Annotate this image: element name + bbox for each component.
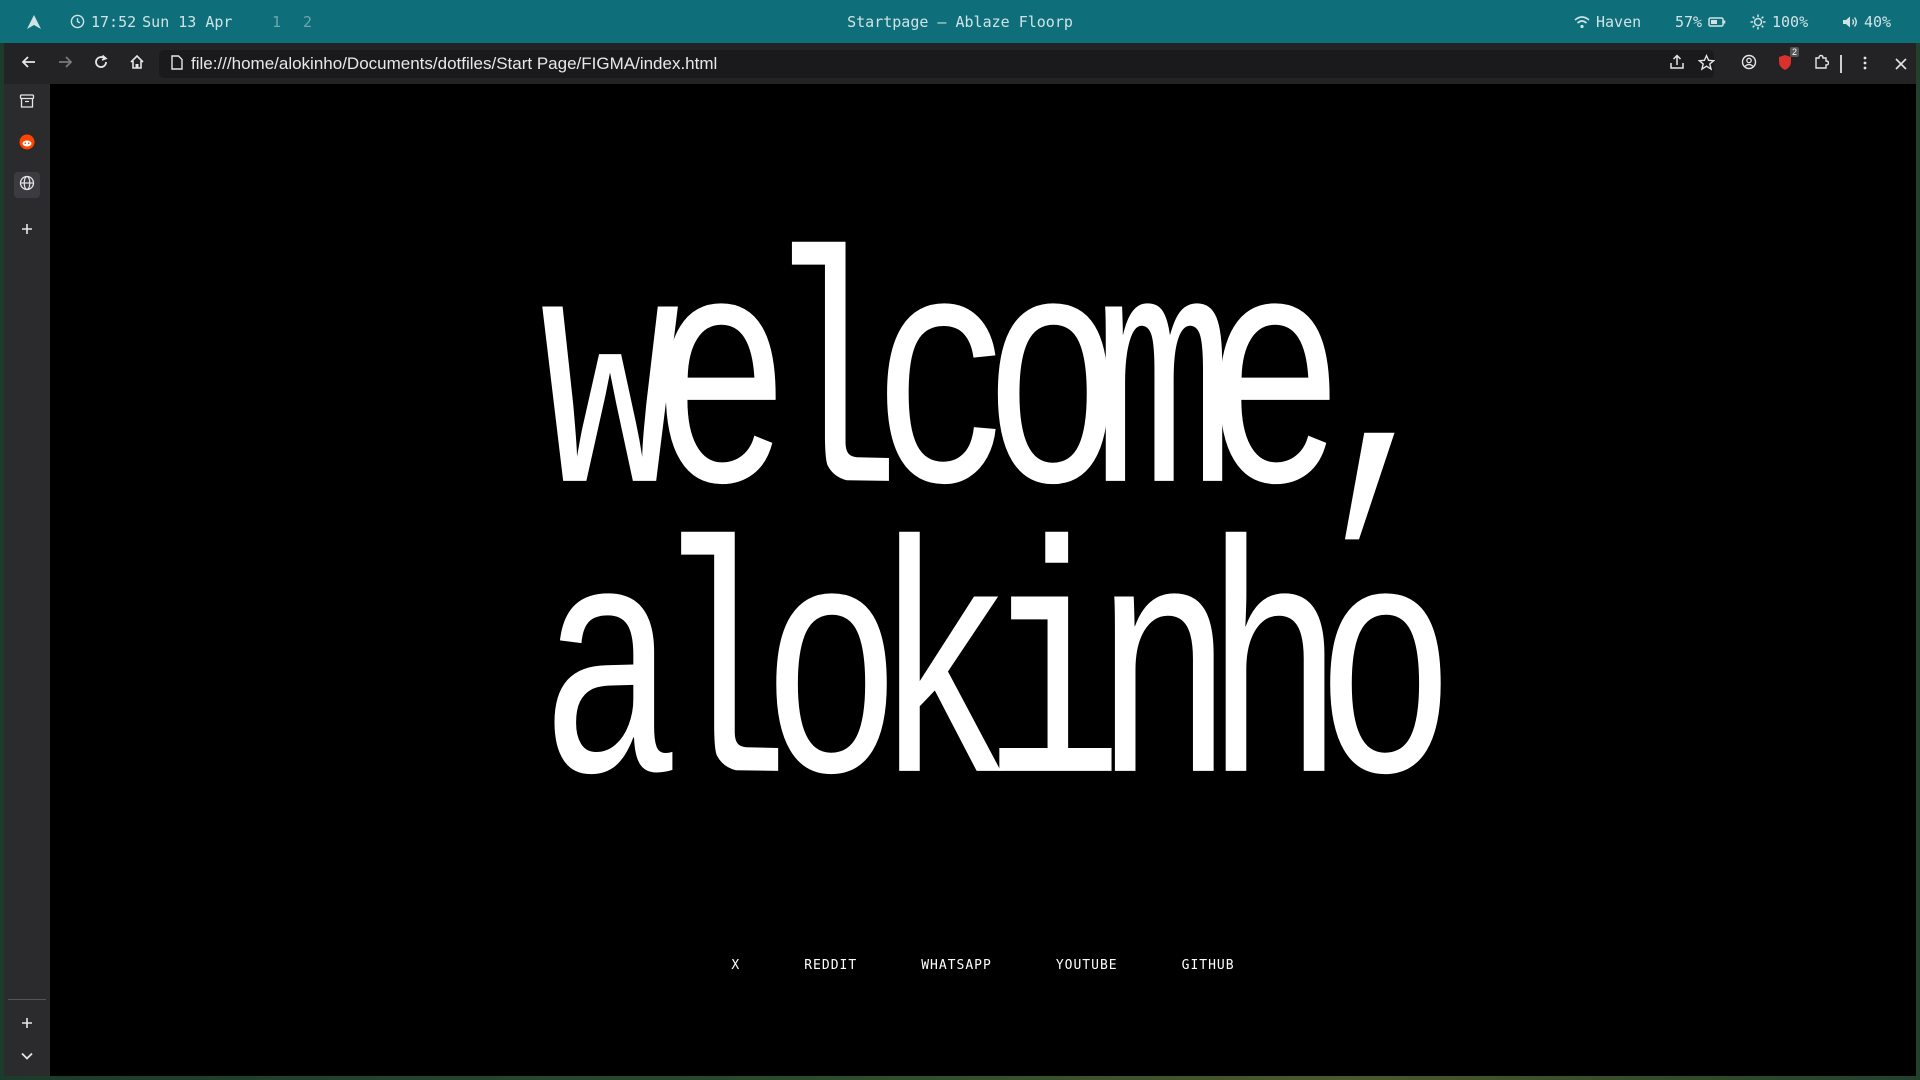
star-icon [1697,53,1715,75]
url-bar[interactable]: file:///home/alokinho/Documents/dotfiles… [159,50,1714,78]
menu-button[interactable] [1852,51,1878,77]
extension-badge: 2 [1789,46,1799,57]
link-x[interactable]: X [731,958,740,973]
system-top-bar: 17:52 Sun 13 Apr 1 2 Startpage — Ablaze … [0,0,1920,43]
link-reddit[interactable]: REDDIT [804,958,857,973]
browser-toolbar: file:///home/alokinho/Documents/dotfiles… [4,43,1916,84]
browser-window: file:///home/alokinho/Documents/dotfiles… [4,43,1916,1076]
file-icon [171,54,183,74]
arrow-right-icon [57,54,73,74]
back-button[interactable] [16,51,42,77]
home-icon [129,54,145,74]
wifi-widget[interactable]: Haven [1574,0,1641,43]
link-youtube[interactable]: YOUTUBE [1056,958,1118,973]
link-whatsapp[interactable]: WHATSAPP [921,958,992,973]
sidebar-web-panel-button[interactable] [14,172,40,198]
share-icon [1669,54,1685,74]
toolbar-divider [1840,55,1842,73]
battery-level: 57% [1675,12,1703,31]
sidebar-archive-button[interactable] [14,90,40,116]
reload-icon [93,54,109,74]
sidebar-expand-button[interactable] [14,1041,40,1067]
brightness-widget[interactable]: 100% [1750,0,1808,43]
url-text[interactable]: file:///home/alokinho/Documents/dotfiles… [191,54,717,74]
chevron-down-icon [21,1045,33,1064]
shield-icon: 2 [1777,46,1799,75]
page-content: welcome, alokinho X REDDIT WHATSAPP YOUT… [50,84,1916,1076]
browser-sidebar [4,84,50,1076]
battery-icon [1708,16,1726,28]
arrow-left-icon [21,54,37,74]
ublock-extension-button[interactable]: 2 [1772,46,1799,77]
brightness-level: 100% [1772,12,1809,31]
sidebar-add-panel-button[interactable] [14,216,40,242]
home-button[interactable] [124,51,150,77]
reload-button[interactable] [88,51,114,77]
wifi-icon [1574,15,1590,29]
brightness-icon [1750,14,1766,30]
share-button[interactable] [1664,51,1690,77]
volume-icon [1842,15,1858,29]
close-icon [1895,55,1907,74]
plus-icon [21,220,33,239]
quick-links: X REDDIT WHATSAPP YOUTUBE GITHUB [50,958,1916,973]
kebab-menu-icon [1863,55,1867,74]
globe-icon [19,175,35,195]
wifi-name: Haven [1596,12,1642,31]
close-button[interactable] [1888,51,1914,77]
battery-widget[interactable]: 57% [1675,0,1726,43]
account-icon [1741,54,1757,74]
bookmark-button[interactable] [1693,51,1719,77]
plus-icon [21,1014,33,1033]
reddit-icon [19,134,35,154]
puzzle-icon [1813,54,1830,74]
extensions-button[interactable] [1808,51,1834,77]
sidebar-add-button[interactable] [14,1010,40,1036]
forward-button[interactable] [52,51,78,77]
sidebar-divider [8,999,46,1000]
link-github[interactable]: GITHUB [1182,958,1235,973]
archive-icon [19,93,35,113]
volume-widget[interactable]: 40% [1842,0,1891,43]
sidebar-reddit-button[interactable] [14,131,40,157]
account-button[interactable] [1736,51,1762,77]
username-heading: alokinho [539,497,1456,871]
volume-level: 40% [1864,12,1892,31]
